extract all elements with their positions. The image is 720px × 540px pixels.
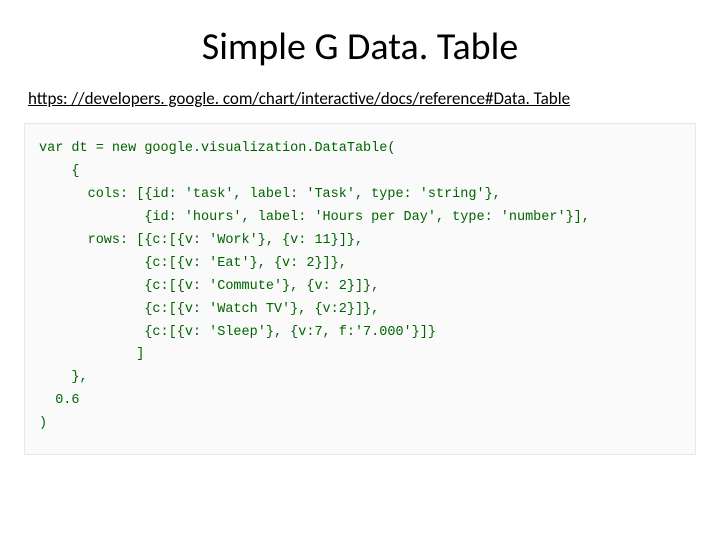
reference-link[interactable]: https: //developers. google. com/chart/i…: [28, 88, 570, 109]
code-block: var dt = new google.visualization.DataTa…: [24, 123, 696, 455]
slide: Simple G Data. Table https: //developers…: [0, 0, 720, 540]
slide-title: Simple G Data. Table: [24, 24, 696, 70]
